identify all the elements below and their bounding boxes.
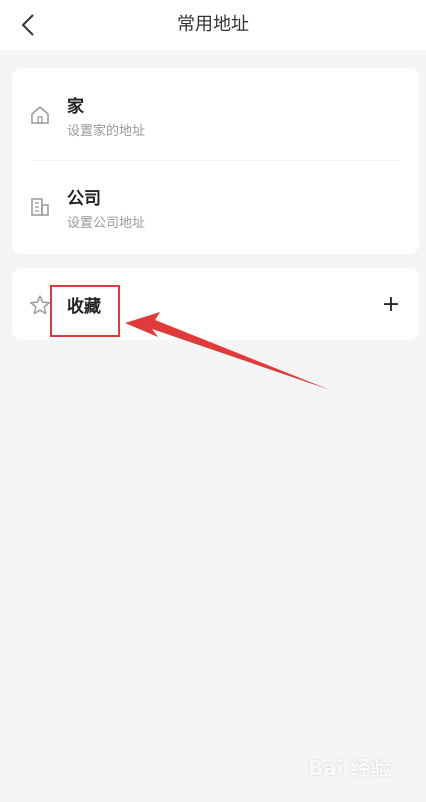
star-icon	[30, 295, 50, 315]
add-favorite-button[interactable]: +	[377, 290, 405, 318]
watermark: Bai 经验	[308, 756, 391, 780]
home-title: 家	[67, 97, 84, 117]
home-address-row[interactable]: 家 设置家的地址	[12, 80, 419, 158]
company-address-row[interactable]: 公司 设置公司地址	[12, 172, 419, 250]
company-title: 公司	[67, 189, 101, 209]
address-card: 家 设置家的地址 公司 设置公司地址	[12, 68, 419, 254]
building-icon	[31, 198, 49, 216]
home-icon	[31, 106, 49, 124]
company-subtitle: 设置公司地址	[67, 216, 146, 231]
divider	[32, 160, 399, 161]
highlight-box	[50, 285, 120, 337]
top-bar: 常用地址	[0, 0, 426, 50]
page-title: 常用地址	[177, 14, 249, 35]
home-subtitle: 设置家的地址	[67, 124, 146, 139]
